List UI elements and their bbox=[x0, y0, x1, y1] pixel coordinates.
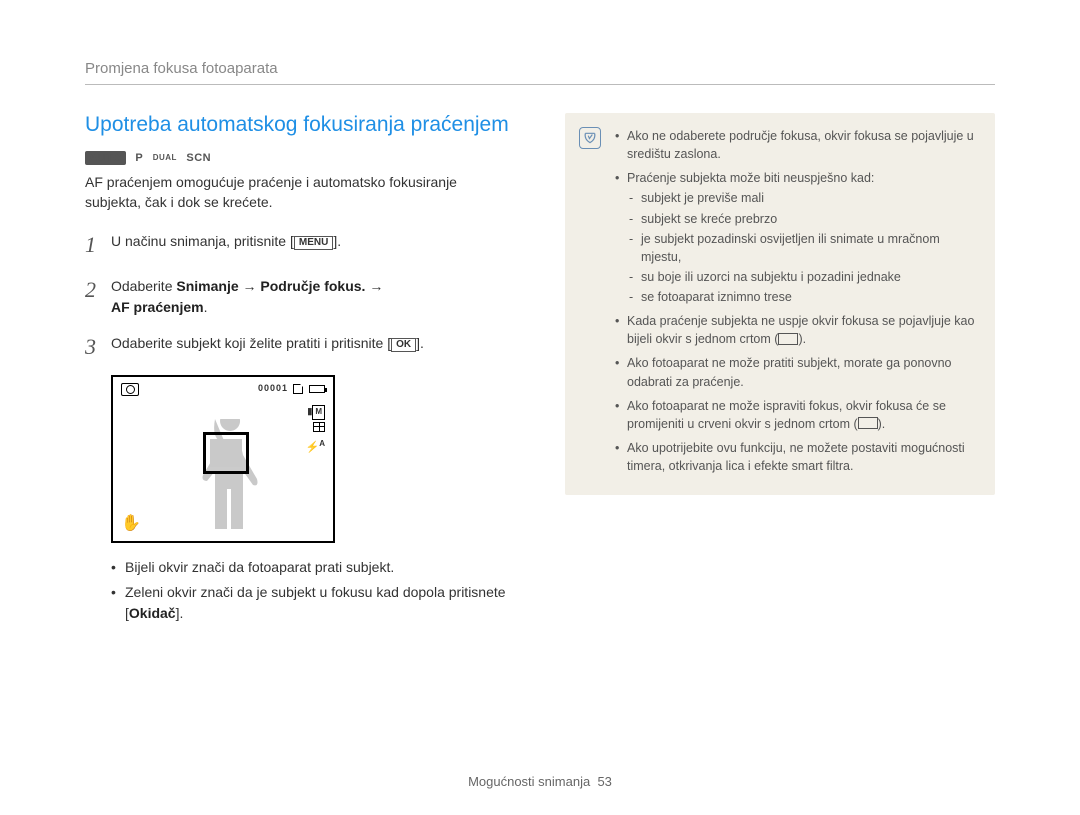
battery-icon bbox=[309, 385, 325, 393]
bullet-green-frame: Zeleni okvir znači da je subjekt u fokus… bbox=[111, 582, 515, 624]
menu-button-icon: MENU bbox=[294, 236, 333, 250]
shot-counter: 00001 bbox=[258, 383, 288, 393]
white-frame-icon bbox=[778, 333, 798, 345]
footer-section: Mogućnosti snimanja bbox=[468, 774, 590, 789]
screen-right-icons: ▮M ⚡A bbox=[306, 403, 325, 457]
step-number: 1 bbox=[85, 228, 111, 261]
screen-status-bar: 00001 bbox=[258, 383, 325, 394]
note-item: Praćenje subjekta može biti neuspješno k… bbox=[615, 169, 979, 306]
header-title: Promjena fokusa fotoaparata bbox=[85, 60, 278, 77]
step-2-body: Odaberite Snimanje → Područje fokus. → A… bbox=[111, 273, 515, 318]
section-title: Upotreba automatskog fokusiranja praćenj… bbox=[85, 113, 515, 137]
note-sub-item: subjekt se kreće prebrzo bbox=[627, 210, 979, 228]
sub-bullets: Bijeli okvir znači da fotoaparat prati s… bbox=[111, 557, 515, 624]
focus-frame-icon bbox=[203, 432, 249, 474]
mode-icons: AUTO P DUAL SCN bbox=[85, 149, 515, 167]
mode-dual-icon: DUAL bbox=[153, 153, 177, 162]
note-item: Ako ne odaberete područje fokusa, okvir … bbox=[615, 127, 979, 163]
step-3-body: Odaberite subjekt koji želite pratiti i … bbox=[111, 330, 515, 363]
step-number: 3 bbox=[85, 330, 111, 363]
note-box: Ako ne odaberete područje fokusa, okvir … bbox=[565, 113, 995, 495]
ok-button-icon: OK bbox=[391, 338, 416, 352]
note-item: Kada praćenje subjekta ne uspje okvir fo… bbox=[615, 312, 979, 348]
intro-text: AF praćenjem omogućuje praćenje i automa… bbox=[85, 173, 515, 212]
stabilizer-icon: ✋ bbox=[121, 513, 141, 533]
mode-auto-icon: AUTO bbox=[85, 151, 126, 165]
note-sub-item: subjekt je previše mali bbox=[627, 189, 979, 207]
footer-page-number: 53 bbox=[597, 774, 611, 789]
mode-scn-icon: SCN bbox=[186, 152, 211, 164]
red-frame-icon bbox=[858, 417, 878, 429]
sd-card-icon bbox=[293, 384, 303, 394]
left-column: Upotreba automatskog fokusiranja praćenj… bbox=[85, 113, 515, 628]
page-footer: Mogućnosti snimanja 53 bbox=[0, 774, 1080, 789]
steps-list: 1 U načinu snimanja, pritisnite [MENU]. … bbox=[85, 228, 515, 363]
right-column: Ako ne odaberete područje fokusa, okvir … bbox=[565, 113, 995, 628]
note-sub-item: je subjekt pozadinski osvijetljen ili sn… bbox=[627, 230, 979, 266]
page-header: Promjena fokusa fotoaparata bbox=[85, 60, 995, 85]
note-item: Ako fotoaparat ne može ispraviti fokus, … bbox=[615, 397, 979, 433]
note-item: Ako upotrijebite ovu funkciju, ne možete… bbox=[615, 439, 979, 475]
flash-icon: ⚡A bbox=[306, 438, 325, 457]
note-item: Ako fotoaparat ne može pratiti subjekt, … bbox=[615, 354, 979, 390]
camera-mode-icon bbox=[121, 383, 139, 396]
step-1-body: U načinu snimanja, pritisnite [MENU]. bbox=[111, 228, 515, 261]
metering-icon bbox=[313, 422, 325, 432]
note-sub-item: su boje ili uzorci na subjektu i pozadin… bbox=[627, 268, 979, 286]
step-number: 2 bbox=[85, 273, 111, 318]
size-m-icon: M bbox=[312, 405, 325, 420]
camera-screen-preview: 00001 ▮M ⚡A ✋ bbox=[111, 375, 335, 543]
mode-p-icon: P bbox=[135, 152, 143, 164]
note-sub-item: se fotoaparat iznimno trese bbox=[627, 288, 979, 306]
note-icon bbox=[579, 127, 601, 149]
bullet-white-frame: Bijeli okvir znači da fotoaparat prati s… bbox=[111, 557, 515, 578]
